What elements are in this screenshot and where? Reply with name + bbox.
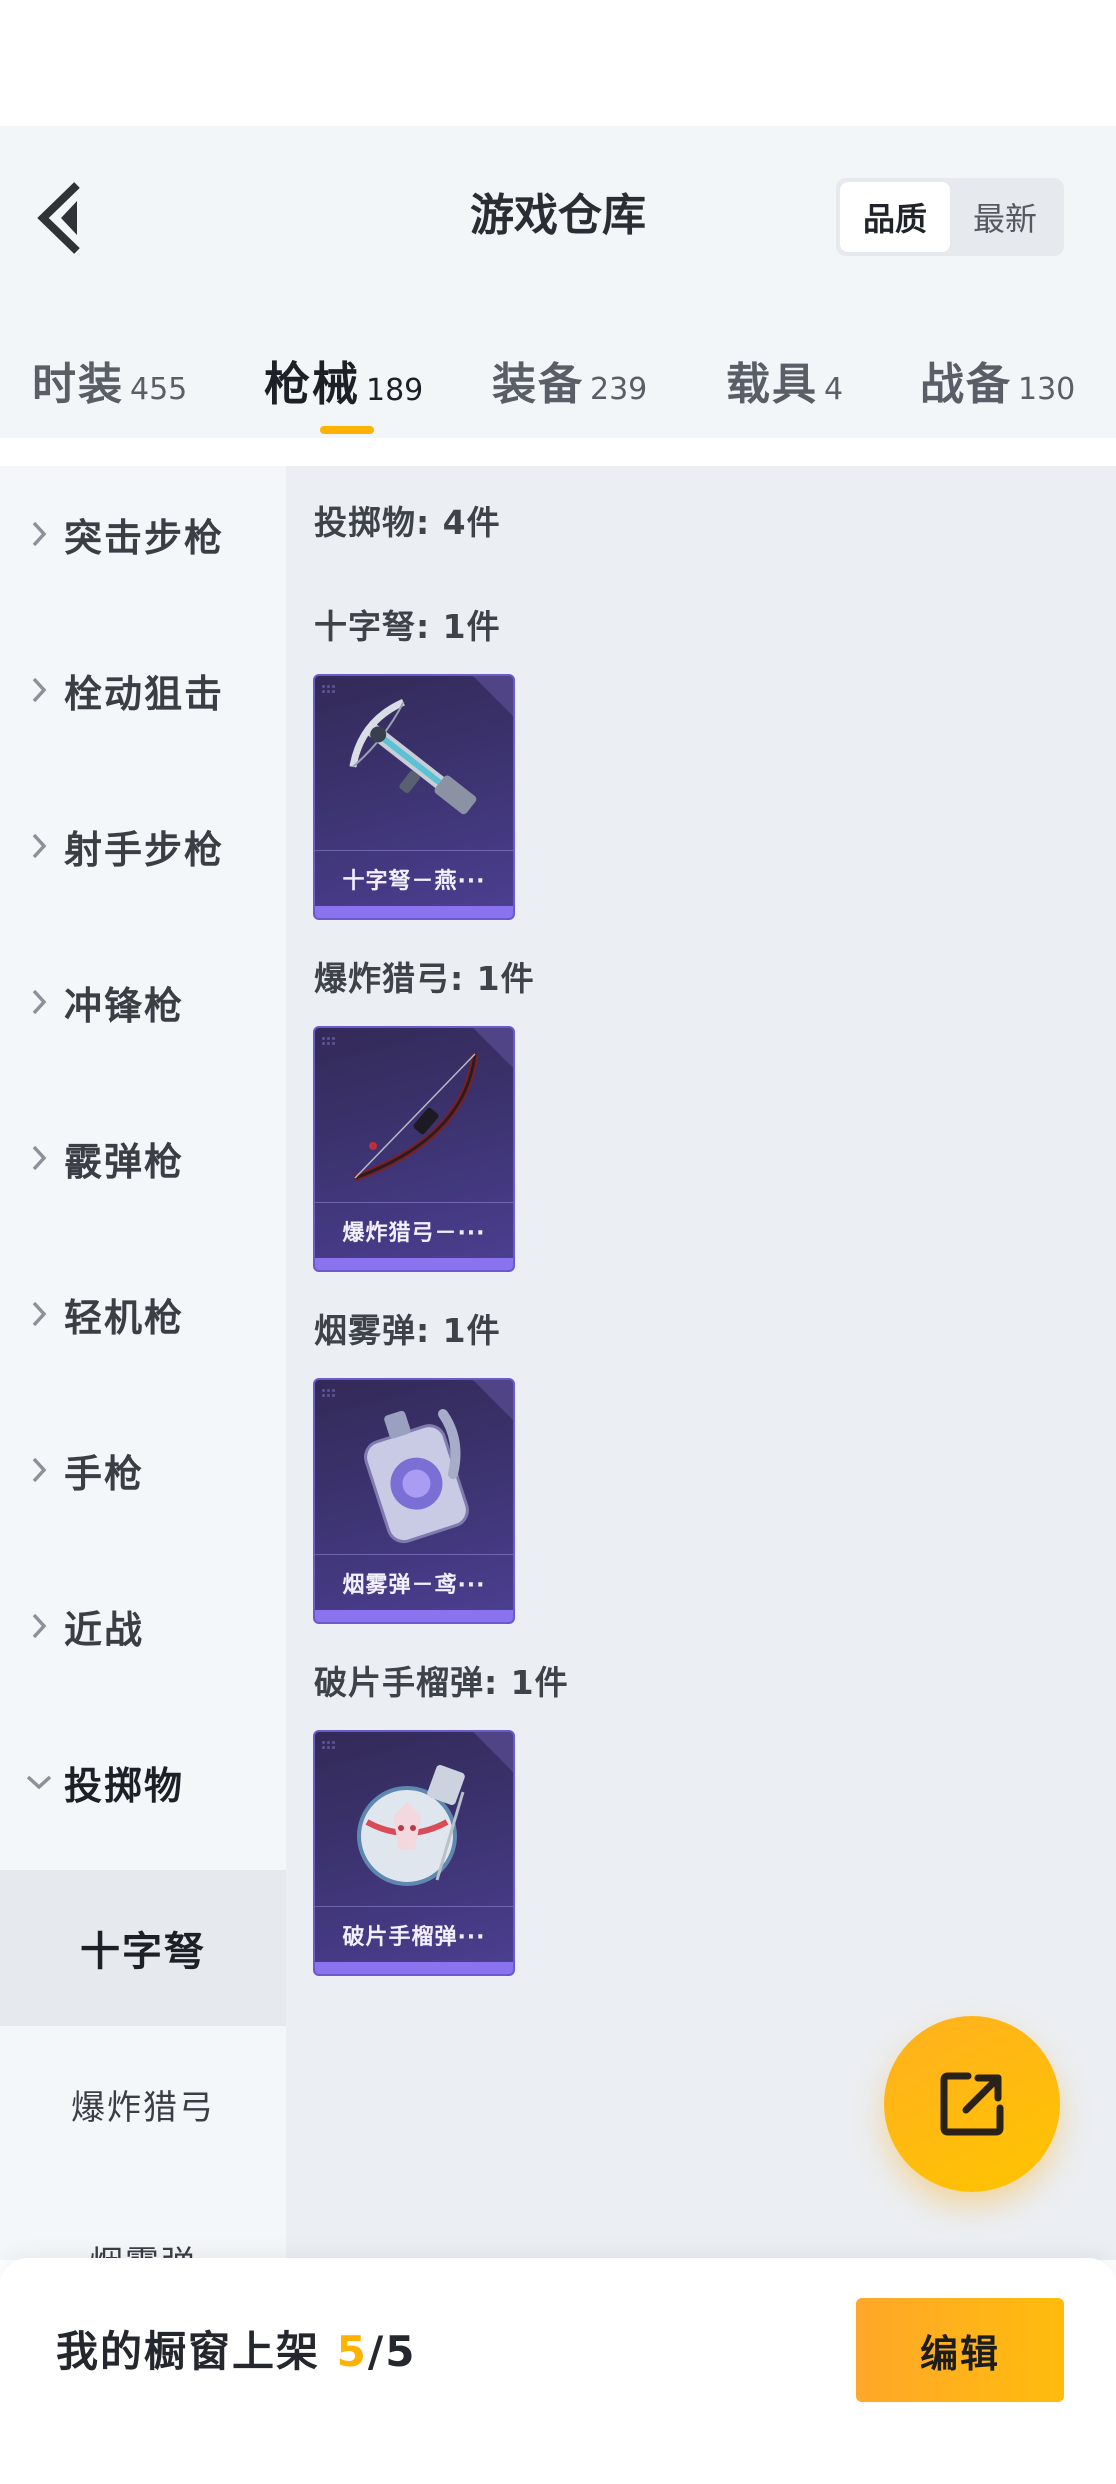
tab-count: 130 — [1018, 372, 1076, 407]
item-card-smoke-grenade[interactable]: 烟雾弹－鸢··· — [313, 1378, 515, 1624]
tab-count: 4 — [824, 372, 844, 407]
tab-count: 455 — [130, 372, 188, 407]
sidebar-subitem-crossbow[interactable]: 十字弩 — [0, 1870, 286, 2026]
bow-icon — [353, 1053, 479, 1182]
rarity-bar — [315, 906, 513, 918]
sidebar-item-pistol[interactable]: 手枪 — [0, 1392, 286, 1548]
sidebar-item-label: 射手步枪 — [64, 827, 225, 872]
item-card-explosive-bow[interactable]: 爆炸猎弓－··· — [313, 1026, 515, 1272]
sidebar-item-throwables[interactable]: 投掷物 — [0, 1704, 286, 1860]
rarity-bar — [315, 1258, 513, 1270]
sort-toggle: 品质 最新 — [836, 178, 1064, 256]
category-sidebar: 突击步枪 栓动狙击 射手步枪 冲锋枪 霰弹枪 轻机枪 手枪 近战 投掷物 十字弩… — [0, 466, 286, 2260]
share-external-icon — [940, 2072, 1004, 2136]
tab-label: 时装 — [32, 359, 124, 410]
section-title: 爆炸猎弓: 1件 — [314, 959, 535, 998]
sidebar-item-marksman-rifle[interactable]: 射手步枪 — [0, 768, 286, 924]
share-button[interactable] — [884, 2016, 1060, 2192]
tab-label: 装备 — [492, 359, 584, 410]
tab-label: 枪械 — [264, 357, 360, 411]
group-title: 投掷物: 4件 — [314, 503, 501, 542]
chevron-right-icon — [0, 1612, 64, 1640]
sidebar-item-label: 手枪 — [64, 1451, 145, 1496]
item-card-label: 破片手榴弹··· — [315, 1906, 513, 1962]
tab-combat-gear[interactable]: 战备 130 — [920, 348, 1075, 412]
chevron-right-icon — [0, 988, 64, 1016]
smoke-grenade-icon — [364, 1409, 469, 1544]
item-card-label: 十字弩－燕··· — [315, 850, 513, 906]
rarity-bar — [315, 1962, 513, 1974]
tab-fashion[interactable]: 时装 455 — [32, 348, 187, 412]
sidebar-item-bolt-sniper[interactable]: 栓动狙击 — [0, 612, 286, 768]
active-tab-indicator — [320, 426, 374, 434]
item-grid: 投掷物: 4件 十字弩: 1件 十字弩－燕··· 爆炸猎弓: 1件 爆炸猎弓－·… — [286, 466, 1116, 2260]
sidebar-item-label: 冲锋枪 — [64, 983, 185, 1028]
item-card-label: 烟雾弹－鸢··· — [315, 1554, 513, 1610]
chevron-right-icon — [0, 1144, 64, 1172]
sidebar-subitem-smoke-grenade[interactable]: 烟雾弹 — [0, 2182, 286, 2261]
sidebar-item-smg[interactable]: 冲锋枪 — [0, 924, 286, 1080]
chevron-right-icon — [0, 676, 64, 704]
sort-quality-option[interactable]: 品质 — [840, 182, 950, 252]
tab-equipment[interactable]: 装备 239 — [492, 348, 647, 412]
section-title: 十字弩: 1件 — [314, 607, 501, 646]
tab-label: 战备 — [920, 359, 1012, 410]
showcase-status: 我的橱窗上架 5/5 — [56, 2318, 416, 2379]
sidebar-item-lmg[interactable]: 轻机枪 — [0, 1236, 286, 1392]
showcase-current: 5 — [336, 2327, 368, 2376]
rarity-bar — [315, 1610, 513, 1622]
tab-firearms[interactable]: 枪械 189 — [264, 348, 423, 414]
chevron-right-icon — [0, 832, 64, 860]
edit-button[interactable]: 编辑 — [856, 2298, 1064, 2402]
chevron-right-icon — [0, 1300, 64, 1328]
item-card-label: 爆炸猎弓－··· — [315, 1202, 513, 1258]
chevron-right-icon — [0, 520, 64, 548]
tab-count: 239 — [590, 372, 648, 407]
chevron-down-icon — [0, 1774, 64, 1790]
frag-grenade-icon — [357, 1765, 465, 1886]
item-card-crossbow[interactable]: 十字弩－燕··· — [313, 674, 515, 920]
chevron-right-icon — [0, 1456, 64, 1484]
sidebar-subitem-explosive-bow[interactable]: 爆炸猎弓 — [0, 2026, 286, 2182]
sidebar-item-melee[interactable]: 近战 — [0, 1548, 286, 1704]
tab-count: 189 — [366, 373, 424, 408]
sidebar-item-shotgun[interactable]: 霰弹枪 — [0, 1080, 286, 1236]
tab-label: 载具 — [726, 359, 818, 410]
showcase-total: /5 — [367, 2327, 417, 2376]
section-title: 烟雾弹: 1件 — [314, 1311, 501, 1350]
showcase-label: 我的橱窗上架 — [56, 2327, 321, 2376]
category-tabs: 时装 455 枪械 189 装备 239 载具 4 战备 130 — [0, 330, 1116, 440]
sidebar-item-label: 栓动狙击 — [64, 671, 225, 716]
sidebar-item-label: 突击步枪 — [64, 515, 225, 560]
section-title: 破片手榴弹: 1件 — [314, 1663, 569, 1702]
status-bar — [0, 0, 1116, 126]
tab-vehicles[interactable]: 载具 4 — [726, 348, 843, 412]
item-card-frag-grenade[interactable]: 破片手榴弹··· — [313, 1730, 515, 1976]
bottom-bar: 我的橱窗上架 5/5 编辑 — [0, 2258, 1116, 2484]
sidebar-item-label: 投掷物 — [64, 1763, 185, 1808]
sidebar-item-label: 霰弹枪 — [64, 1139, 185, 1184]
sort-latest-option[interactable]: 最新 — [950, 182, 1060, 252]
sidebar-item-assault-rifle[interactable]: 突击步枪 — [0, 466, 286, 612]
crossbow-icon — [349, 698, 477, 815]
sidebar-item-label: 轻机枪 — [64, 1295, 185, 1340]
sidebar-item-label: 近战 — [64, 1607, 145, 1652]
